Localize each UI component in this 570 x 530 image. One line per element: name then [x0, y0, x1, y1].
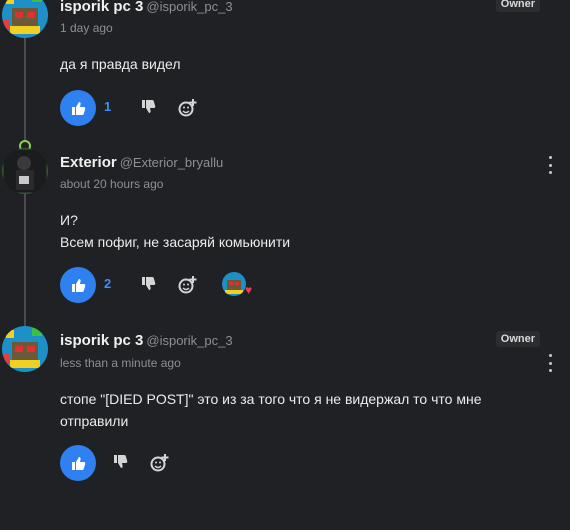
comment-text-line: отправили — [60, 413, 129, 429]
timestamp: less than a minute ago — [60, 356, 181, 370]
thumbs-up-icon — [72, 102, 86, 115]
like-button[interactable] — [60, 90, 96, 126]
avatar[interactable] — [2, 148, 48, 194]
comment-actions — [60, 445, 360, 481]
add-reaction-button[interactable] — [178, 275, 198, 295]
thumbs-up-icon — [72, 457, 86, 470]
author-handle[interactable]: @isporik_pc_3 — [146, 333, 232, 348]
timestamp: 1 day ago — [60, 21, 113, 35]
comment-actions: 1 — [60, 90, 360, 126]
dislike-button[interactable] — [140, 276, 158, 294]
comment-text: стопе "[DIED POST]" это из за того что я… — [60, 388, 540, 432]
add-reaction-button[interactable] — [178, 98, 198, 118]
like-button[interactable] — [60, 445, 96, 481]
thumbs-down-icon — [114, 455, 128, 468]
like-count: 1 — [104, 99, 112, 114]
comment-text-line: И? — [60, 212, 78, 228]
comment-text-line: Всем пофиг, не засаряй комьюнити — [60, 234, 291, 250]
dislike-button[interactable] — [140, 99, 158, 117]
owner-badge: Owner — [495, 0, 540, 12]
author-name[interactable]: isporik pc 3 — [60, 332, 143, 349]
owner-badge: Owner — [495, 331, 540, 347]
thumbs-down-icon — [142, 277, 156, 290]
comment-text: да я правда видел — [60, 56, 181, 72]
like-count: 2 — [104, 276, 112, 291]
dislike-button[interactable] — [112, 454, 130, 472]
comment-text-line: стопе "[DIED POST]" это из за того что я… — [60, 391, 482, 407]
author-handle[interactable]: @isporik_pc_3 — [146, 0, 232, 14]
add-reaction-icon — [150, 454, 169, 472]
heart-icon: ♥ — [245, 283, 253, 297]
more-options-button[interactable] — [546, 354, 554, 372]
author-handle[interactable]: @Exterior_bryallu — [120, 155, 224, 170]
add-reaction-icon — [178, 276, 197, 294]
comment-text: И? Всем пофиг, не засаряй комьюнити — [60, 209, 540, 253]
author-name[interactable]: Exterior — [60, 154, 117, 171]
reactor-avatar[interactable] — [222, 272, 246, 296]
avatar[interactable] — [2, 326, 48, 372]
thumbs-down-icon — [142, 100, 156, 113]
thumbs-up-icon — [72, 279, 86, 292]
comment-actions: 2 ♥ — [60, 267, 360, 303]
like-button[interactable] — [60, 267, 96, 303]
avatar[interactable] — [2, 0, 48, 38]
add-reaction-button[interactable] — [150, 453, 170, 473]
add-reaction-icon — [178, 99, 197, 117]
author-name[interactable]: isporik pc 3 — [60, 0, 143, 15]
timestamp: about 20 hours ago — [60, 177, 164, 191]
more-options-button[interactable] — [546, 156, 554, 174]
